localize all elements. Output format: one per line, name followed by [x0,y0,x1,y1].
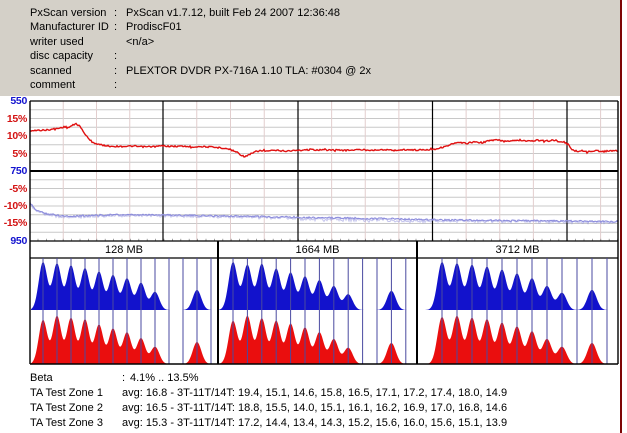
info-label: comment [30,79,76,92]
footer-panel: Beta : 4.1% .. 13.5% TA Test Zone 1 avg:… [0,371,627,431]
right-border [620,0,622,433]
info-panel: PxScan version : PxScan v1.7.12, built F… [0,0,620,96]
info-value: PLEXTOR DVDR PX-716A 1.10 TLA: #0304 @ 2… [126,64,371,77]
info-label: PxScan version [30,7,107,19]
info-separator: : [114,21,118,34]
ta-zone-value: avg: 16.8 - 3T-11T/14T: 19.4, 15.1, 14.6… [122,387,508,399]
info-separator: : [114,50,118,63]
y-axis-label: 15% [6,112,27,125]
y-axis-label: 950 [10,234,27,247]
beta-value: 4.1% .. 13.5% [130,372,199,384]
zone-label: 128 MB [105,244,143,256]
info-separator: : [114,7,118,19]
info-separator: : [114,64,118,77]
info-row: Manufacturer ID : ProdiscF01 [30,20,620,34]
info-value: PxScan v1.7.12, built Feb 24 2007 12:36:… [126,7,341,19]
beta-separator: : [122,372,126,384]
y-axis-label: 5% [12,147,27,160]
info-separator: : [114,79,118,92]
zone-label: 3712 MB [495,244,540,256]
y-axis-label: -15% [3,217,28,229]
ta-zone-label: TA Test Zone 2 [30,402,103,414]
info-value: <n/a> [126,35,155,48]
ta-row: TA Test Zone 2 avg: 16.5 - 3T-11T/14T: 1… [0,401,627,416]
info-row: disc capacity : [30,49,620,63]
pxscan-report: PxScan version : PxScan v1.7.12, built F… [0,0,627,433]
ta-zone-label: TA Test Zone 1 [30,387,103,399]
info-label: Manufacturer ID [30,21,109,34]
ta-row: TA Test Zone 3 avg: 15.3 - 3T-11T/14T: 1… [0,416,627,431]
ta-zone-label: TA Test Zone 3 [30,417,103,429]
beta-row: Beta : 4.1% .. 13.5% [0,371,627,386]
info-row: scanned : PLEXTOR DVDR PX-716A 1.10 TLA:… [30,64,620,78]
info-label: disc capacity [30,50,93,63]
y-axis-label: -5% [9,182,27,195]
info-label: scanned [30,64,72,77]
ta-zone-value: avg: 16.5 - 3T-11T/14T: 18.8, 15.5, 14.0… [122,402,508,414]
ta-zone-value: avg: 15.3 - 3T-11T/14T: 17.2, 14.4, 13.4… [122,417,508,429]
info-row: PxScan version : PxScan v1.7.12, built F… [30,6,620,20]
y-axis-label: 750 [10,165,27,177]
ta-row: TA Test Zone 1 avg: 16.8 - 3T-11T/14T: 1… [0,386,627,401]
y-axis-label: 10% [6,130,27,142]
info-separator [114,35,126,49]
y-axis-label: -10% [3,199,28,212]
info-row: writer used <n/a> [30,35,620,49]
info-label: writer used [30,35,84,48]
info-row: comment : [30,78,620,92]
info-value: ProdiscF01 [126,21,182,34]
zone-label: 1664 MB [295,244,340,256]
y-axis-label: 550 [10,95,27,107]
beta-label: Beta [30,372,53,384]
